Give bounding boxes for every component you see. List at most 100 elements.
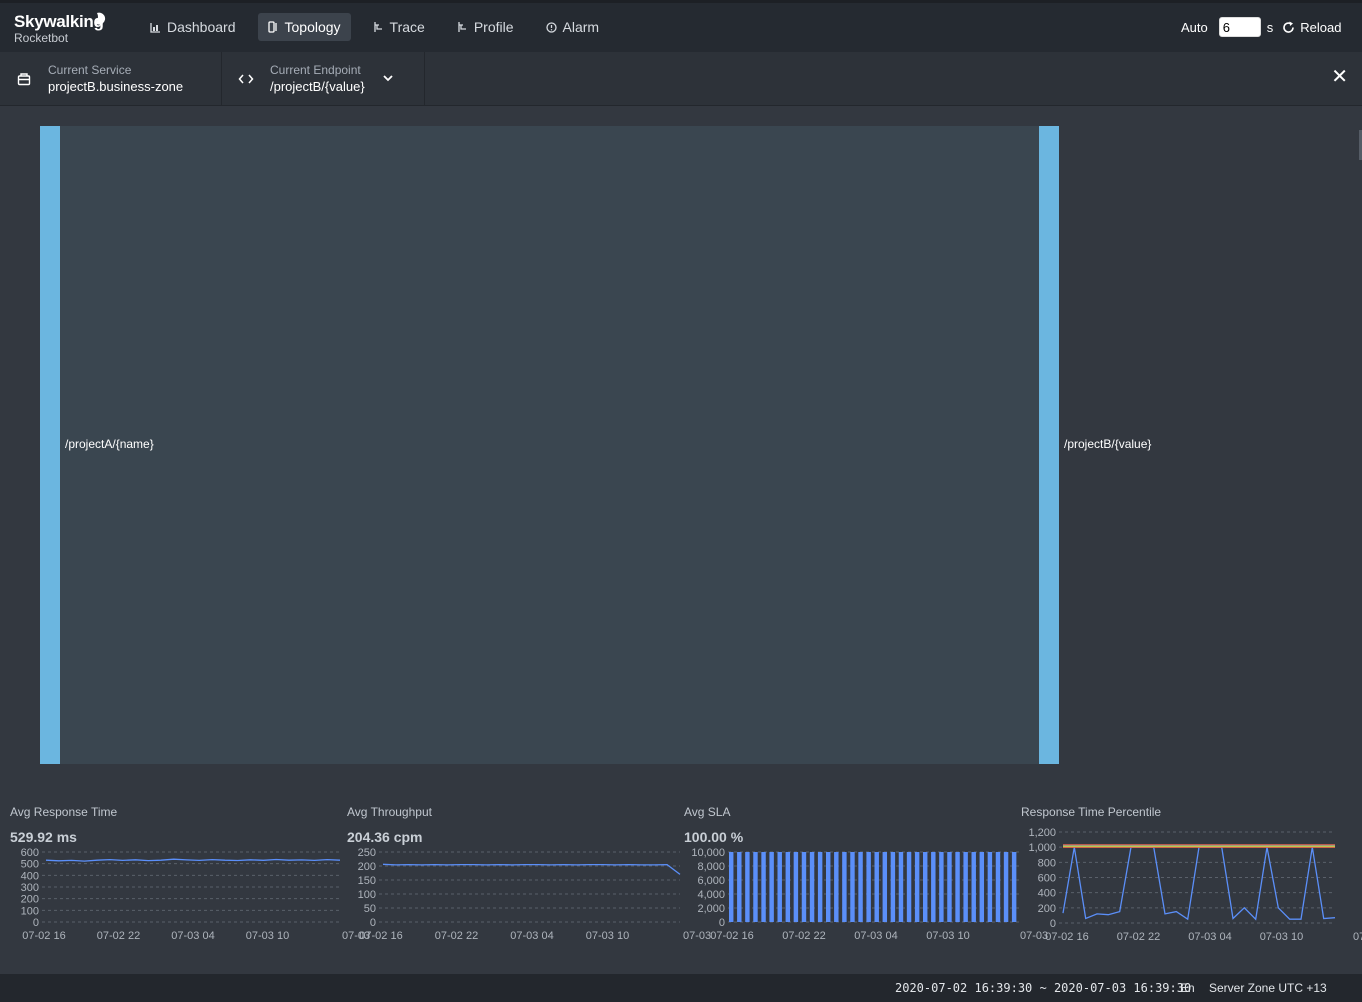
language-toggle[interactable]: En (1180, 981, 1195, 995)
server-zone: Server Zone UTC +13 (1209, 981, 1327, 995)
service-value: projectB.business-zone (48, 78, 184, 94)
sla-bar (834, 852, 839, 922)
code-brackets-icon (238, 74, 254, 83)
y-tick-label: 0 (719, 917, 725, 929)
x-tick-label: 07-02 16 (710, 930, 753, 942)
trace-icon (373, 22, 382, 32)
sla-bar (801, 852, 807, 922)
brand-name: Skywalking (14, 12, 104, 31)
logo-swoosh-icon (95, 12, 106, 25)
nav-dashboard[interactable]: Dashboard (140, 13, 246, 41)
sla-bar (785, 852, 791, 922)
sla-bar (987, 852, 993, 922)
sla-bar (906, 852, 912, 922)
nav-alarm[interactable]: Alarm (536, 13, 610, 41)
sla-bar (850, 852, 855, 922)
alarm-icon (545, 21, 557, 33)
x-tick-label: 07-03 10 (586, 930, 629, 942)
y-tick-label: 600 (1038, 873, 1056, 885)
sla-bar (955, 852, 960, 922)
sla-bar (809, 852, 815, 922)
x-tick-label: 07-03 16 (1353, 931, 1362, 943)
y-tick-label: 100 (21, 905, 39, 917)
x-tick-label: 07-03 04 (854, 930, 897, 942)
sla-bar (947, 852, 952, 922)
x-tick-label: 07-02 16 (1045, 931, 1088, 943)
left-node-label: /projectA/{name} (65, 437, 154, 451)
footer-bar: 2020-07-02 16:39:30 ~ 2020-07-03 16:39:3… (0, 974, 1362, 1002)
y-tick-label: 500 (21, 859, 39, 871)
current-service-selector[interactable]: Current Service projectB.business-zone (0, 52, 222, 105)
brand-subtitle: Rocketbot (14, 31, 69, 45)
nav-alarm-label: Alarm (562, 19, 600, 35)
nav-trace-label: Trace (389, 19, 425, 35)
sla-bar (874, 852, 879, 922)
avg-sla-panel: Avg SLA 100.00 % 0 2,000 4,000 6,000 8,000 10… (684, 805, 1048, 945)
sla-bar (898, 852, 904, 922)
right-node-label: /projectB/{value} (1064, 437, 1152, 451)
close-icon[interactable]: ✕ (1331, 64, 1348, 89)
auto-label[interactable]: Auto (1181, 20, 1208, 35)
service-box-icon (17, 72, 31, 85)
sla-bar (793, 852, 799, 922)
y-tick-label: 300 (21, 882, 39, 894)
interval-unit: s (1266, 19, 1274, 35)
sla-bar (923, 852, 928, 922)
topology-icon (267, 21, 277, 33)
avg-response-time-panel: Avg Response Time 529.92 ms 0 100 200 300 40… (10, 805, 371, 945)
nav-topology[interactable]: Topology (257, 13, 351, 41)
chevron-down-icon[interactable] (383, 75, 393, 82)
avg-throughput-panel: Avg Throughput 204.36 cpm 0 50 100 150 200 25… (347, 805, 711, 945)
nav-trace[interactable]: Trace (363, 13, 435, 41)
sla-bar (737, 852, 742, 922)
y-tick-label: 100 (358, 889, 376, 901)
y-tick-label: 400 (21, 870, 39, 882)
reload-label: Reload (1300, 19, 1342, 35)
y-tick-label: 1,200 (1028, 827, 1056, 839)
y-tick-label: 50 (364, 903, 376, 915)
sla-chart: 0 2,000 4,000 6,000 8,000 10,000 07-02 16 07-02… (691, 847, 1048, 942)
top-nav-bar: Skywalking Rocketbot Dashboard Topology … (0, 0, 1362, 52)
sla-bar (1011, 852, 1017, 922)
endpoint-value: /projectB/{value} (270, 78, 365, 94)
sla-bar (753, 852, 758, 922)
x-tick-label: 07-02 22 (1117, 931, 1160, 943)
refresh-interval-input[interactable] (1218, 17, 1261, 37)
sla-bar (963, 852, 968, 922)
nav-topology-label: Topology (284, 19, 341, 35)
topology-node-right[interactable] (1039, 126, 1059, 764)
y-tick-label: 0 (33, 917, 39, 929)
auto-refresh-controls: Auto s Reload (1181, 17, 1341, 37)
sla-bar (995, 852, 1001, 922)
y-tick-label: 250 (358, 847, 376, 859)
y-tick-label: 200 (21, 894, 39, 906)
sla-bar (882, 852, 888, 922)
y-tick-label: 200 (358, 861, 376, 873)
nav-profile[interactable]: Profile (447, 13, 524, 41)
topology-node-left[interactable] (40, 126, 60, 764)
sla-bar (971, 852, 976, 922)
current-endpoint-selector[interactable]: Current Endpoint /projectB/{value} (222, 52, 425, 105)
series-line (1062, 846, 1336, 921)
y-tick-label: 6,000 (697, 875, 725, 887)
x-tick-label: 07-02 16 (359, 930, 402, 942)
sla-bar (979, 852, 985, 922)
x-tick-label: 07-02 16 (22, 930, 65, 942)
x-tick-label: 07-02 22 (435, 930, 478, 942)
y-tick-label: 10,000 (691, 847, 725, 859)
nav-dashboard-label: Dashboard (167, 19, 236, 35)
sla-bar (777, 852, 782, 922)
sla-bar (931, 852, 936, 922)
sla-bar (1003, 852, 1009, 922)
topology-link-area (60, 126, 1039, 764)
sla-bar (761, 852, 766, 922)
main-nav: Dashboard Topology Trace Profile Alarm (140, 13, 621, 41)
y-tick-label: 600 (21, 847, 39, 859)
time-range[interactable]: 2020-07-02 16:39:30 ~ 2020-07-03 16:39:3… (895, 981, 1191, 995)
sla-bar (842, 852, 847, 922)
y-tick-label: 800 (1038, 857, 1056, 869)
sla-bar (890, 852, 896, 922)
response-time-chart: 0100200300400500600 07-02 16 07-02 22 07-03… (21, 847, 371, 942)
reload-button[interactable]: Reload (1282, 20, 1341, 35)
nav-profile-label: Profile (473, 19, 514, 35)
